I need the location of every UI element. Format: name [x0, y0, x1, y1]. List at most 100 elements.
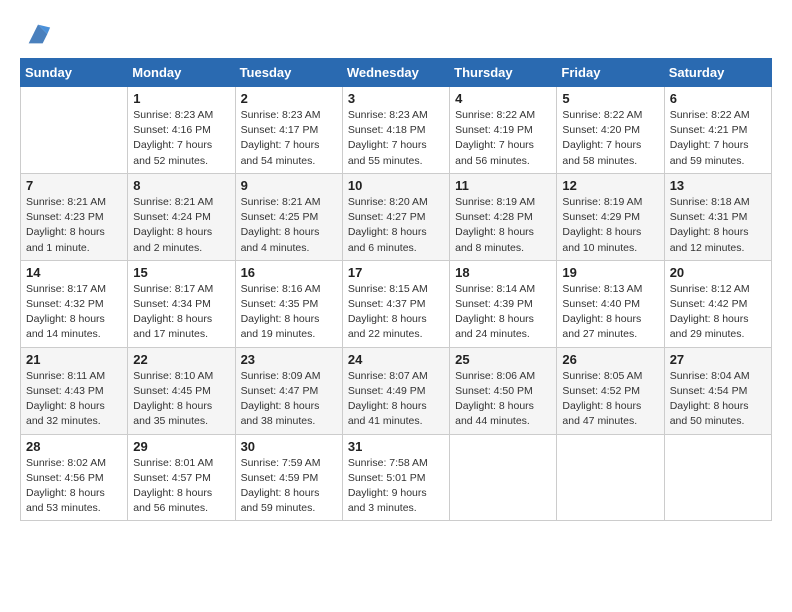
day-number: 23	[241, 352, 337, 367]
calendar-cell: 27Sunrise: 8:04 AM Sunset: 4:54 PM Dayli…	[664, 347, 771, 434]
day-info: Sunrise: 8:21 AM Sunset: 4:24 PM Dayligh…	[133, 195, 229, 256]
calendar-cell: 1 Sunrise: 8:23 AM Sunset: 4:16 PM Daylig…	[128, 87, 235, 174]
day-number: 29	[133, 439, 229, 454]
calendar-header-row: SundayMondayTuesdayWednesdayThursdayFrid…	[21, 59, 772, 87]
calendar-cell: 17 Sunrise: 8:15 AM Sunset: 4:37 PM Dayli…	[342, 260, 449, 347]
calendar-cell	[21, 87, 128, 174]
day-number: 12	[562, 178, 658, 193]
day-number: 21	[26, 352, 122, 367]
day-header-tuesday: Tuesday	[235, 59, 342, 87]
day-number: 16	[241, 265, 337, 280]
calendar-table: SundayMondayTuesdayWednesdayThursdayFrid…	[20, 58, 772, 521]
day-info: Sunrise: 8:16 AM Sunset: 4:35 PM Dayligh…	[241, 282, 337, 343]
day-number: 11	[455, 178, 551, 193]
day-info: Sunrise: 8:17 AM Sunset: 4:32 PM Dayligh…	[26, 282, 122, 343]
logo-icon	[24, 20, 52, 48]
calendar-cell: 2 Sunrise: 8:23 AM Sunset: 4:17 PM Daylig…	[235, 87, 342, 174]
logo	[20, 20, 52, 48]
day-number: 26	[562, 352, 658, 367]
day-number: 19	[562, 265, 658, 280]
day-number: 20	[670, 265, 766, 280]
day-info: Sunrise: 7:59 AM Sunset: 4:59 PM Dayligh…	[241, 456, 337, 517]
calendar-cell: 25 Sunrise: 8:06 AM Sunset: 4:50 PM Dayli…	[450, 347, 557, 434]
day-info: Sunrise: 8:19 AM Sunset: 4:29 PM Dayligh…	[562, 195, 658, 256]
day-info: Sunrise: 7:58 AM Sunset: 5:01 PM Dayligh…	[348, 456, 444, 517]
calendar-cell: 12 Sunrise: 8:19 AM Sunset: 4:29 PM Dayli…	[557, 173, 664, 260]
day-header-monday: Monday	[128, 59, 235, 87]
calendar-cell: 4 Sunrise: 8:22 AM Sunset: 4:19 PM Daylig…	[450, 87, 557, 174]
day-number: 28	[26, 439, 122, 454]
day-number: 7	[26, 178, 122, 193]
day-info: Sunrise: 8:17 AM Sunset: 4:34 PM Dayligh…	[133, 282, 229, 343]
calendar-cell: 7 Sunrise: 8:21 AM Sunset: 4:23 PM Daylig…	[21, 173, 128, 260]
calendar-cell: 28 Sunrise: 8:02 AM Sunset: 4:56 PM Dayli…	[21, 434, 128, 521]
calendar-cell	[557, 434, 664, 521]
day-info: Sunrise: 8:14 AM Sunset: 4:39 PM Dayligh…	[455, 282, 551, 343]
day-number: 3	[348, 91, 444, 106]
day-number: 10	[348, 178, 444, 193]
calendar-cell: 13Sunrise: 8:18 AM Sunset: 4:31 PM Dayli…	[664, 173, 771, 260]
day-number: 18	[455, 265, 551, 280]
day-info: Sunrise: 8:02 AM Sunset: 4:56 PM Dayligh…	[26, 456, 122, 517]
day-number: 2	[241, 91, 337, 106]
calendar-cell: 19 Sunrise: 8:13 AM Sunset: 4:40 PM Dayli…	[557, 260, 664, 347]
day-info: Sunrise: 8:07 AM Sunset: 4:49 PM Dayligh…	[348, 369, 444, 430]
calendar-week-row: 28 Sunrise: 8:02 AM Sunset: 4:56 PM Dayli…	[21, 434, 772, 521]
calendar-cell: 9 Sunrise: 8:21 AM Sunset: 4:25 PM Daylig…	[235, 173, 342, 260]
day-info: Sunrise: 8:20 AM Sunset: 4:27 PM Dayligh…	[348, 195, 444, 256]
day-number: 17	[348, 265, 444, 280]
calendar-cell: 5Sunrise: 8:22 AM Sunset: 4:20 PM Daylig…	[557, 87, 664, 174]
calendar-cell: 23 Sunrise: 8:09 AM Sunset: 4:47 PM Dayli…	[235, 347, 342, 434]
day-info: Sunrise: 8:06 AM Sunset: 4:50 PM Dayligh…	[455, 369, 551, 430]
calendar-cell: 6Sunrise: 8:22 AM Sunset: 4:21 PM Daylig…	[664, 87, 771, 174]
day-info: Sunrise: 8:10 AM Sunset: 4:45 PM Dayligh…	[133, 369, 229, 430]
calendar-cell: 20 Sunrise: 8:12 AM Sunset: 4:42 PM Dayli…	[664, 260, 771, 347]
day-info: Sunrise: 8:22 AM Sunset: 4:19 PM Dayligh…	[455, 108, 551, 169]
day-info: Sunrise: 8:01 AM Sunset: 4:57 PM Dayligh…	[133, 456, 229, 517]
day-info: Sunrise: 8:23 AM Sunset: 4:17 PM Dayligh…	[241, 108, 337, 169]
day-number: 14	[26, 265, 122, 280]
day-info: Sunrise: 8:11 AM Sunset: 4:43 PM Dayligh…	[26, 369, 122, 430]
day-number: 9	[241, 178, 337, 193]
calendar-week-row: 14 Sunrise: 8:17 AM Sunset: 4:32 PM Dayli…	[21, 260, 772, 347]
day-header-wednesday: Wednesday	[342, 59, 449, 87]
day-number: 31	[348, 439, 444, 454]
calendar-cell: 31 Sunrise: 7:58 AM Sunset: 5:01 PM Dayli…	[342, 434, 449, 521]
day-number: 25	[455, 352, 551, 367]
day-info: Sunrise: 8:09 AM Sunset: 4:47 PM Dayligh…	[241, 369, 337, 430]
day-info: Sunrise: 8:15 AM Sunset: 4:37 PM Dayligh…	[348, 282, 444, 343]
day-info: Sunrise: 8:22 AM Sunset: 4:21 PM Dayligh…	[670, 108, 766, 169]
day-info: Sunrise: 8:21 AM Sunset: 4:25 PM Dayligh…	[241, 195, 337, 256]
day-number: 15	[133, 265, 229, 280]
calendar-cell: 10 Sunrise: 8:20 AM Sunset: 4:27 PM Dayli…	[342, 173, 449, 260]
day-header-saturday: Saturday	[664, 59, 771, 87]
day-number: 30	[241, 439, 337, 454]
day-number: 24	[348, 352, 444, 367]
calendar-cell: 18 Sunrise: 8:14 AM Sunset: 4:39 PM Dayli…	[450, 260, 557, 347]
calendar-cell: 8 Sunrise: 8:21 AM Sunset: 4:24 PM Daylig…	[128, 173, 235, 260]
day-info: Sunrise: 8:12 AM Sunset: 4:42 PM Dayligh…	[670, 282, 766, 343]
calendar-cell: 14 Sunrise: 8:17 AM Sunset: 4:32 PM Dayli…	[21, 260, 128, 347]
calendar-week-row: 7 Sunrise: 8:21 AM Sunset: 4:23 PM Daylig…	[21, 173, 772, 260]
day-number: 4	[455, 91, 551, 106]
calendar-cell: 26Sunrise: 8:05 AM Sunset: 4:52 PM Dayli…	[557, 347, 664, 434]
calendar-cell: 29 Sunrise: 8:01 AM Sunset: 4:57 PM Dayli…	[128, 434, 235, 521]
calendar-cell: 16 Sunrise: 8:16 AM Sunset: 4:35 PM Dayli…	[235, 260, 342, 347]
day-info: Sunrise: 8:21 AM Sunset: 4:23 PM Dayligh…	[26, 195, 122, 256]
calendar-cell: 21 Sunrise: 8:11 AM Sunset: 4:43 PM Dayli…	[21, 347, 128, 434]
calendar-cell: 30 Sunrise: 7:59 AM Sunset: 4:59 PM Dayli…	[235, 434, 342, 521]
day-number: 13	[670, 178, 766, 193]
day-info: Sunrise: 8:19 AM Sunset: 4:28 PM Dayligh…	[455, 195, 551, 256]
day-number: 22	[133, 352, 229, 367]
calendar-cell: 22 Sunrise: 8:10 AM Sunset: 4:45 PM Dayli…	[128, 347, 235, 434]
day-info: Sunrise: 8:13 AM Sunset: 4:40 PM Dayligh…	[562, 282, 658, 343]
calendar-week-row: 21 Sunrise: 8:11 AM Sunset: 4:43 PM Dayli…	[21, 347, 772, 434]
calendar-cell	[664, 434, 771, 521]
day-number: 1	[133, 91, 229, 106]
day-info: Sunrise: 8:04 AM Sunset: 4:54 PM Dayligh…	[670, 369, 766, 430]
day-number: 8	[133, 178, 229, 193]
day-info: Sunrise: 8:23 AM Sunset: 4:16 PM Dayligh…	[133, 108, 229, 169]
calendar-week-row: 1 Sunrise: 8:23 AM Sunset: 4:16 PM Daylig…	[21, 87, 772, 174]
calendar-cell: 24 Sunrise: 8:07 AM Sunset: 4:49 PM Dayli…	[342, 347, 449, 434]
day-header-friday: Friday	[557, 59, 664, 87]
